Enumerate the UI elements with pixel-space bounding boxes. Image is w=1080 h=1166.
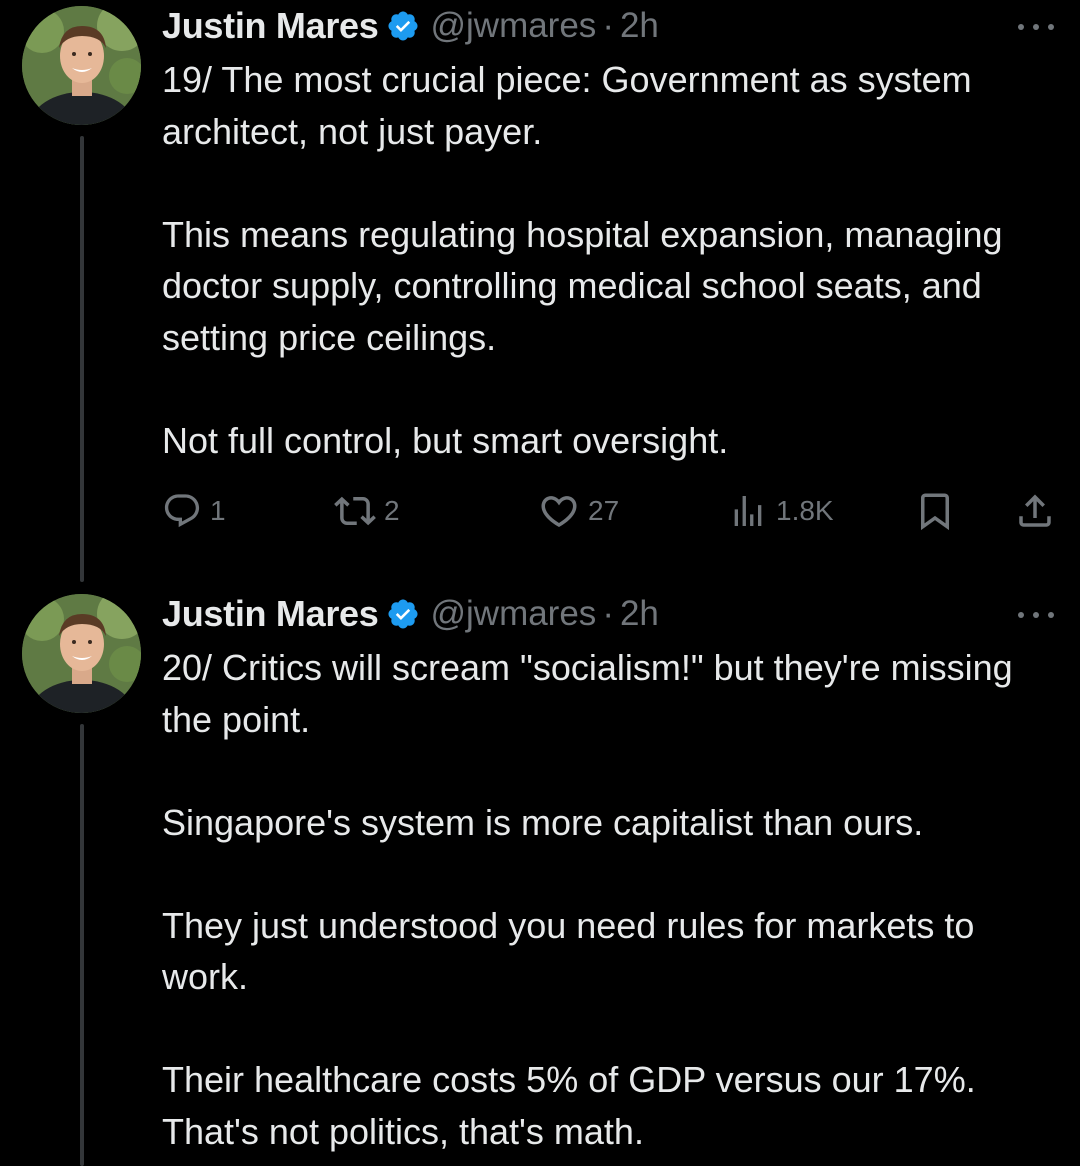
tweet-text: 19/ The most crucial piece: Government a…	[162, 54, 1042, 466]
avatar-image	[22, 6, 141, 125]
retweet-button[interactable]: 2	[334, 486, 400, 536]
bookmark-button[interactable]	[914, 486, 956, 536]
tweet[interactable]: Justin Mares @jwmares · 2h 19/ The most …	[0, 0, 1080, 590]
share-button[interactable]	[1014, 486, 1056, 536]
timestamp[interactable]: 2h	[620, 6, 659, 46]
tweet-paragraph: Not full control, but smart oversight.	[162, 419, 729, 461]
separator-dot: ·	[602, 6, 614, 45]
author-name[interactable]: Justin Mares	[162, 5, 379, 47]
like-button[interactable]: 27	[538, 486, 619, 536]
tweet-paragraph: 19/ The most crucial piece: Government a…	[162, 59, 972, 152]
tweet-paragraph: Singapore's system is more capitalist th…	[162, 801, 924, 843]
separator-dot: ·	[602, 594, 614, 633]
avatar-image	[22, 594, 141, 713]
author-handle[interactable]: @jwmares	[430, 6, 596, 46]
avatar[interactable]	[22, 594, 141, 713]
thread-connector	[80, 724, 84, 1166]
avatar[interactable]	[22, 6, 141, 125]
tweet-paragraph: 20/ Critics will scream "socialism!" but…	[162, 647, 1013, 740]
tweet-text: 20/ Critics will scream "socialism!" but…	[162, 642, 1042, 1157]
tweet[interactable]: Justin Mares @jwmares · 2h 20/ Critics w…	[0, 588, 1080, 1166]
verified-badge-icon[interactable]	[386, 597, 420, 631]
more-horizontal-icon[interactable]	[1018, 610, 1054, 620]
more-horizontal-icon[interactable]	[1018, 22, 1054, 32]
timestamp[interactable]: 2h	[620, 594, 659, 634]
tweet-paragraph: This means regulating hospital expansion…	[162, 213, 1003, 358]
share-icon	[1019, 494, 1051, 527]
view-count: 1.8K	[776, 495, 834, 526]
tweet-paragraph: They just understood you need rules for …	[162, 904, 975, 998]
views-chart-icon	[734, 496, 762, 526]
thread-connector	[80, 136, 84, 582]
retweet-icon	[334, 496, 376, 526]
tweet-header: Justin Mares @jwmares · 2h	[162, 588, 659, 640]
retweet-count: 2	[384, 495, 400, 526]
like-count: 27	[588, 495, 620, 526]
reply-icon	[164, 494, 200, 528]
tweet-paragraph: Their healthcare costs 5% of GDP versus …	[162, 1059, 976, 1152]
tweet-header: Justin Mares @jwmares · 2h	[162, 0, 659, 52]
views-button[interactable]: 1.8K	[728, 486, 834, 536]
bookmark-icon	[921, 493, 949, 531]
author-handle[interactable]: @jwmares	[430, 594, 596, 634]
reply-count: 1	[210, 495, 226, 526]
tweet-actions: 1 2 27 1.8K	[162, 486, 1062, 536]
heart-icon	[541, 496, 577, 528]
verified-badge-icon[interactable]	[386, 9, 420, 43]
author-name[interactable]: Justin Mares	[162, 593, 379, 635]
reply-button[interactable]: 1	[162, 486, 226, 536]
